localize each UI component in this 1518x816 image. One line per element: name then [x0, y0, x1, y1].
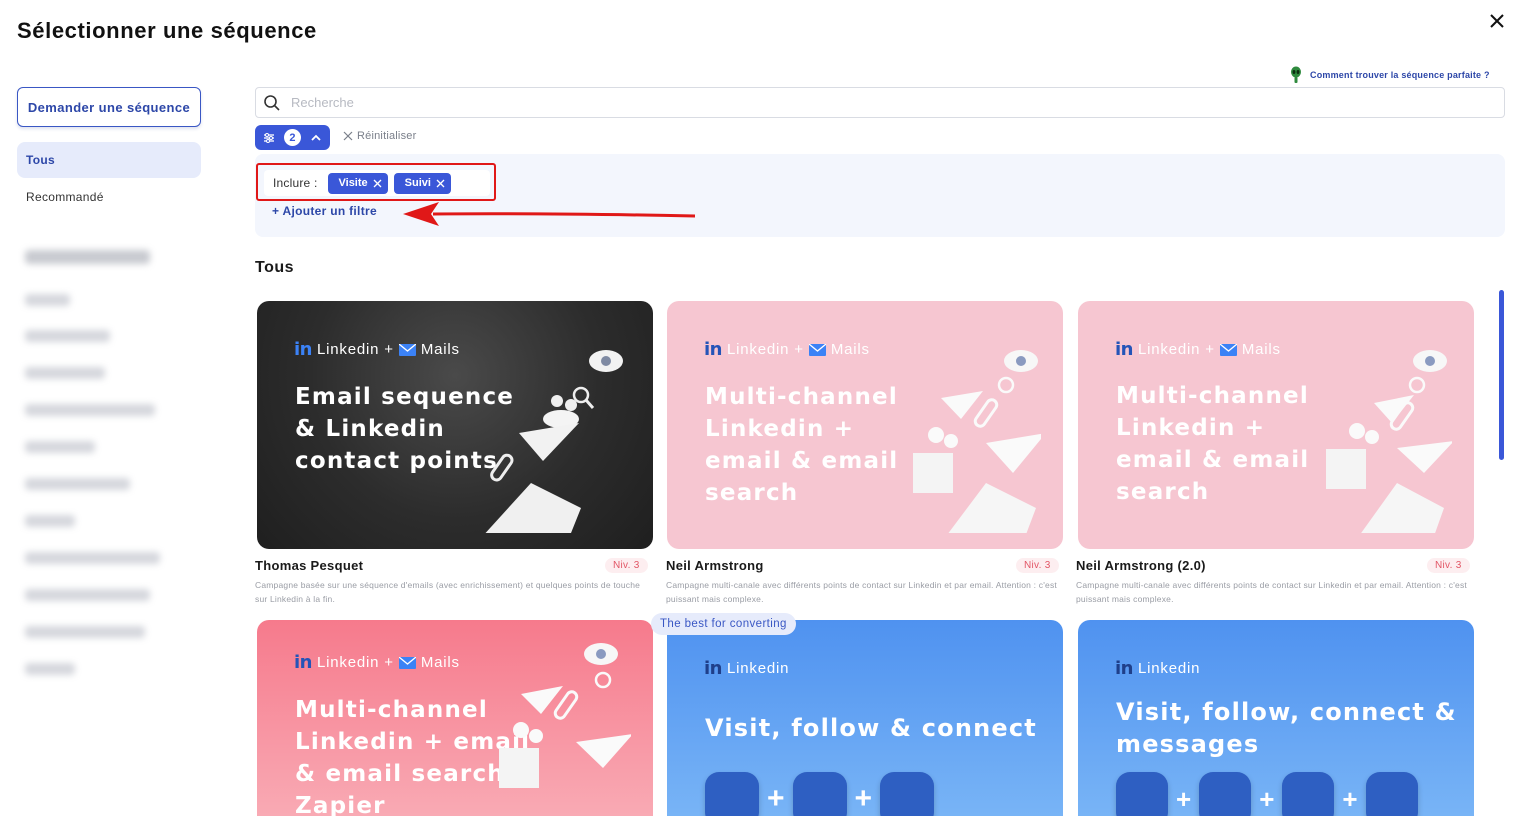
filter-sliders-icon [264, 132, 275, 143]
linkedin-icon: in [1115, 339, 1133, 360]
follow-user-icon [1199, 772, 1252, 816]
close-icon[interactable] [1484, 8, 1510, 34]
annotation-arrow [403, 202, 696, 226]
add-filter-button[interactable]: + Ajouter un filtre [272, 204, 377, 218]
card-header-plus: + [1205, 341, 1215, 358]
chevron-up-icon [311, 134, 321, 141]
reset-filters-label: Réinitialiser [357, 130, 417, 142]
card-header-linkedin: Linkedin [1137, 341, 1201, 358]
mail-icon [808, 343, 826, 356]
card-header-plus: + [794, 341, 804, 358]
close-icon [343, 131, 353, 141]
mail-icon [398, 656, 416, 669]
alien-icon [1291, 66, 1301, 83]
card-header-mails: Mails [1241, 341, 1281, 358]
card-header-plus: + [384, 654, 394, 671]
linkedin-icon: in [704, 339, 722, 360]
card-illustration [913, 350, 1041, 533]
card-header-mails: Mails [420, 654, 460, 671]
search-input[interactable] [291, 95, 1471, 110]
sequence-card[interactable]: in Linkedin + Mails Multi-channel Linked… [667, 301, 1063, 549]
linkedin-icon: in [294, 339, 312, 360]
card-author: Neil Armstrong [666, 558, 764, 573]
filter-count-badge: 2 [283, 129, 301, 146]
card-header-linkedin: Linkedin [316, 654, 380, 671]
card-header-linkedin: Linkedin [726, 660, 790, 677]
message-send-icon [1365, 772, 1418, 816]
card-description: Campagne multi-canale avec différents po… [666, 580, 1057, 604]
sequence-card[interactable]: in Linkedin Visit, follow & connect + + [667, 620, 1063, 816]
search-icon [264, 94, 280, 111]
blurred-category-list [17, 240, 207, 690]
section-title: Tous [255, 259, 295, 276]
follow-user-icon [792, 772, 847, 816]
help-link[interactable]: Comment trouver la séquence parfaite ? [1288, 66, 1490, 84]
card-header-linkedin: Linkedin [726, 341, 790, 358]
connect-link-icon [880, 772, 935, 816]
dialog-title: Sélectionner une séquence [17, 18, 317, 43]
mail-icon [1219, 343, 1237, 356]
card-illustration [499, 643, 631, 788]
card-header: in Linkedin + Mails [294, 339, 460, 360]
card-author: Thomas Pesquet [255, 558, 364, 573]
linkedin-icon: in [294, 652, 312, 673]
sidebar-item-recommande[interactable]: Recommandé [17, 179, 201, 215]
card-title: Visit, follow & connect [705, 714, 1037, 742]
mail-icon [398, 343, 416, 356]
card-header: in Linkedin + Mails [704, 339, 870, 360]
card-header-mails: Mails [420, 341, 460, 358]
visit-eye-icon [705, 772, 759, 816]
card-header: in Linkedin [1115, 658, 1200, 679]
connect-link-icon [1282, 772, 1335, 816]
help-link-text: Comment trouver la séquence parfaite ? [1310, 70, 1490, 80]
card-description: Campagne multi-canale avec différents po… [1076, 580, 1467, 604]
card-illustration [485, 350, 623, 533]
card-author: Neil Armstrong (2.0) [1076, 558, 1206, 573]
sequence-card[interactable]: in Linkedin + Mails Multi-channel Linked… [257, 620, 653, 816]
card-step-icons: + + [705, 772, 935, 816]
sequence-card[interactable]: in Linkedin + Mails Multi-channel Linked… [1078, 301, 1474, 549]
card-title: Visit, follow, connect & messages [1116, 698, 1457, 758]
card-level-badge: Niv. 3 [605, 558, 648, 573]
search-box [255, 87, 1505, 118]
card-header: in Linkedin [704, 658, 789, 679]
card-illustration [1326, 350, 1452, 533]
card-step-icons: + + + [1116, 772, 1418, 816]
card-level-badge: Niv. 3 [1427, 558, 1470, 573]
filter-toggle-button[interactable]: 2 [255, 125, 330, 150]
card-header-plus: + [384, 341, 394, 358]
visit-eye-icon [1116, 772, 1168, 816]
request-sequence-button[interactable]: Demander une séquence [17, 87, 201, 127]
card-description: Campagne basée sur une séquence d'emails… [255, 580, 641, 604]
linkedin-icon: in [704, 658, 722, 679]
reset-filters-button[interactable]: Réinitialiser [343, 130, 416, 142]
scrollbar-thumb[interactable] [1499, 290, 1504, 460]
card-header: in Linkedin + Mails [1115, 339, 1281, 360]
card-header-linkedin: Linkedin [1137, 660, 1201, 677]
best-converting-badge: The best for converting [651, 613, 796, 635]
card-header: in Linkedin + Mails [294, 652, 460, 673]
card-header-mails: Mails [830, 341, 870, 358]
sidebar-item-tous[interactable]: Tous [17, 142, 201, 178]
linkedin-icon: in [1115, 658, 1133, 679]
card-level-badge: Niv. 3 [1016, 558, 1059, 573]
sequence-card[interactable]: in Linkedin + Mails Email sequence & Lin… [257, 301, 653, 549]
sequence-card[interactable]: in Linkedin Visit, follow, connect & mes… [1078, 620, 1474, 816]
card-header-linkedin: Linkedin [316, 341, 380, 358]
